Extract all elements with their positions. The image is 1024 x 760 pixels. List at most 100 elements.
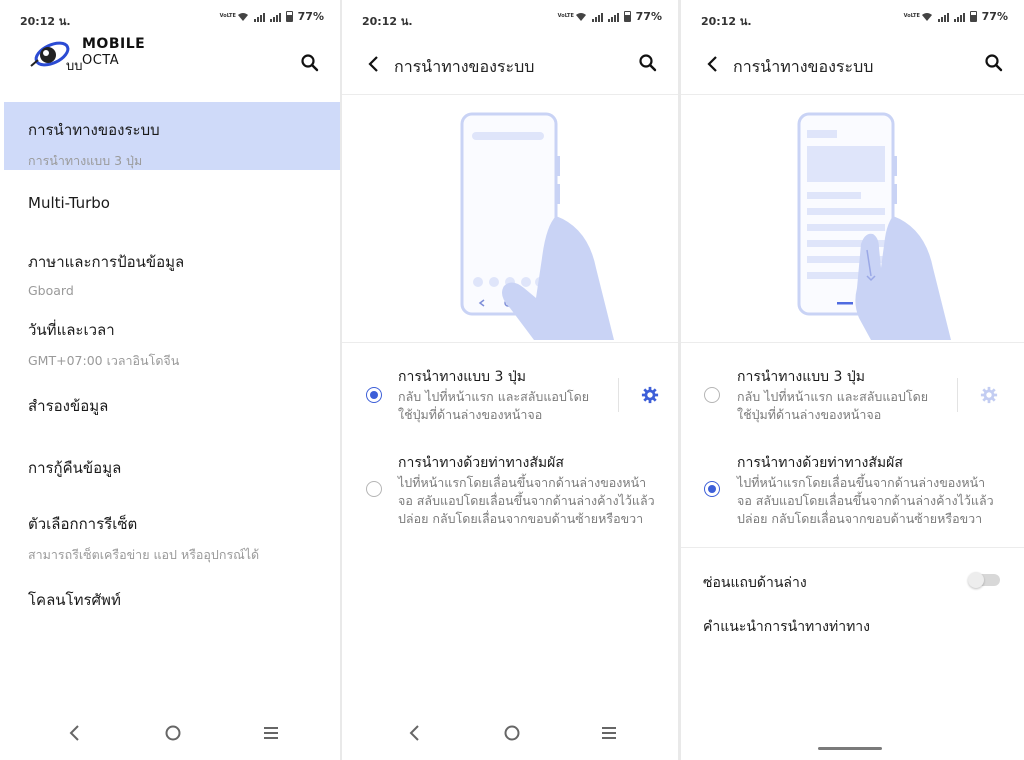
battery-icon [969, 11, 977, 22]
nav-home-icon[interactable] [501, 722, 523, 744]
menu-item-title: โคลนโทรศัพท์ [28, 591, 121, 609]
search-icon[interactable] [638, 53, 658, 73]
gesture-illustration [797, 112, 951, 340]
menu-item-title: การกู้คืนข้อมูล [28, 459, 122, 477]
signal-icon [269, 12, 281, 22]
divider [342, 342, 678, 343]
option-desc-line: ปล่อย กลับโดยเลื่อนจากขอบด้านซ้ายหรือขวา [398, 511, 644, 526]
status-icons: VoLTE 77% [220, 10, 324, 23]
status-bar: 20:12 น. VoLTE 77% [0, 0, 340, 36]
signal-icon [253, 12, 265, 22]
menu-item-title: ภาษาและการป้อนข้อมูล [28, 253, 185, 271]
option-desc-line: จอ สลับแอปโดยเลื่อนขึ้นจากด้านล่างค้างไว… [398, 493, 655, 508]
battery-level: 77% [981, 10, 1008, 23]
settings-system-screen: 20:12 น. VoLTE 77% บบ MOBILE OCTA การนำท… [0, 0, 340, 760]
option-desc-line: กลับ ไปที่หน้าแรก และสลับแอปโดย [737, 389, 929, 404]
status-time: 20:12 น. [701, 15, 752, 28]
signal-icon [607, 12, 619, 22]
menu-item-language-input[interactable]: ภาษาและการป้อนข้อมูล Gboard [4, 236, 340, 302]
status-icons: VoLTE 77% [558, 10, 662, 23]
nav-back-icon[interactable] [64, 722, 86, 744]
menu-item-title: สำรองข้อมูล [28, 397, 109, 415]
radio-3-button[interactable] [704, 387, 720, 403]
menu-item-reset-options[interactable]: ตัวเลือกการรีเซ็ต สามารถรีเซ็ตเครือข่าย … [4, 498, 340, 572]
search-icon[interactable] [984, 53, 1004, 73]
menu-item-title: วันที่และเวลา [28, 321, 115, 339]
menu-item-subtitle: Gboard [28, 283, 74, 298]
menu-item-system-navigation[interactable]: การนำทางของระบบ การนำทางแบบ 3 ปุ่ม [4, 102, 340, 170]
hide-bottom-bar-toggle[interactable] [968, 572, 1000, 588]
option-desc-line: จอ สลับแอปโดยเลื่อนขึ้นจากด้านล่างค้างไว… [737, 493, 994, 508]
search-icon[interactable] [300, 53, 320, 73]
nav-home-icon[interactable] [162, 722, 184, 744]
header [0, 46, 340, 82]
menu-item-phone-clone[interactable]: โคลนโทรศัพท์ [4, 572, 340, 636]
menu-item-title: Multi-Turbo [28, 194, 110, 212]
wifi-icon [237, 12, 248, 21]
back-arrow-icon[interactable] [703, 54, 723, 74]
settings-menu: การนำทางของระบบ การนำทางแบบ 3 ปุ่ม Multi… [4, 102, 340, 636]
header: การนำทางของระบบ [681, 46, 1024, 82]
signal-icon [953, 12, 965, 22]
system-navigation-screen-3-button: 20:12 น. VoLTE 77% การนำทางของระบบ การนำ… [342, 0, 678, 760]
signal-icon [937, 12, 949, 22]
gesture-tips-row[interactable]: คำแนะนำการนำทางท่าทาง [681, 606, 1024, 642]
status-time: 20:12 น. [362, 15, 413, 28]
option-desc-line: กลับ ไปที่หน้าแรก และสลับแอปโดย [398, 389, 590, 404]
battery-icon [285, 11, 293, 22]
option-separator [957, 378, 958, 412]
option-title: การนำทางด้วยท่าทางสัมผัส [398, 455, 564, 471]
option-desc-line: ไปที่หน้าแรกโดยเลื่อนขึ้นจากด้านล่างของห… [398, 475, 647, 490]
signal-icon [591, 12, 603, 22]
divider [681, 547, 1024, 548]
page-title: การนำทางของระบบ [394, 57, 535, 76]
divider [342, 94, 678, 95]
status-bar: 20:12 น. VoLTE 77% [681, 0, 1024, 36]
menu-item-subtitle: GMT+07:00 เวลาอินโดจีน [28, 353, 180, 368]
option-separator [618, 378, 619, 412]
system-navigation-screen-gesture: 20:12 น. VoLTE 77% การนำทางของระบบ การนำ… [681, 0, 1024, 760]
divider [681, 94, 1024, 95]
battery-icon [623, 11, 631, 22]
menu-item-backup[interactable]: สำรองข้อมูล [4, 372, 340, 436]
gesture-tips-label: คำแนะนำการนำทางท่าทาง [703, 619, 871, 635]
gesture-home-bar[interactable] [818, 747, 882, 750]
gear-icon [980, 386, 998, 404]
option-title: การนำทางด้วยท่าทางสัมผัส [737, 455, 903, 471]
page-title: การนำทางของระบบ [733, 57, 874, 76]
header: การนำทางของระบบ [342, 46, 678, 82]
nav-back-icon[interactable] [404, 722, 426, 744]
option-desc-line: ใช้ปุ่มที่ด้านล่างของหน้าจอ [398, 407, 543, 422]
menu-item-subtitle: สามารถรีเซ็ตเครือข่าย แอป หรืออุปกรณ์ได้ [28, 547, 260, 562]
nav-bar [342, 722, 678, 746]
option-desc-line: ปล่อย กลับโดยเลื่อนจากขอบด้านซ้ายหรือขวา [737, 511, 983, 526]
hide-bottom-bar-label: ซ่อนแถบด้านล่าง [703, 575, 807, 591]
nav-menu-icon[interactable] [260, 722, 282, 744]
option-title: การนำทางแบบ 3 ปุ่ม [737, 369, 865, 385]
menu-item-title: การนำทางของระบบ [28, 121, 160, 139]
gear-icon[interactable] [641, 386, 659, 404]
menu-item-multi-turbo[interactable]: Multi-Turbo [4, 170, 340, 236]
menu-item-date-time[interactable]: วันที่และเวลา GMT+07:00 เวลาอินโดจีน [4, 302, 340, 372]
hide-bottom-bar-row[interactable]: ซ่อนแถบด้านล่าง [681, 562, 1024, 598]
option-desc-line: ใช้ปุ่มที่ด้านล่างของหน้าจอ [737, 407, 882, 422]
option-title: การนำทางแบบ 3 ปุ่ม [398, 369, 526, 385]
menu-item-restore[interactable]: การกู้คืนข้อมูล [4, 436, 340, 498]
back-arrow-icon[interactable] [364, 54, 384, 74]
divider [681, 342, 1024, 343]
battery-level: 77% [297, 10, 324, 23]
status-bar: 20:12 น. VoLTE 77% [342, 0, 678, 36]
radio-3-button[interactable] [366, 387, 382, 403]
volte-icon: VoLTE [557, 13, 574, 19]
radio-gesture[interactable] [704, 481, 720, 497]
menu-item-subtitle: การนำทางแบบ 3 ปุ่ม [28, 153, 143, 168]
radio-gesture[interactable] [366, 481, 382, 497]
nav-bar [0, 722, 340, 746]
wifi-icon [575, 12, 586, 21]
option-desc-line: ไปที่หน้าแรกโดยเลื่อนขึ้นจากด้านล่างของห… [737, 475, 986, 490]
nav-menu-icon[interactable] [598, 722, 620, 744]
three-button-illustration [460, 112, 614, 340]
status-icons: VoLTE 77% [904, 10, 1008, 23]
status-time: 20:12 น. [20, 15, 71, 28]
menu-item-title: ตัวเลือกการรีเซ็ต [28, 515, 138, 533]
